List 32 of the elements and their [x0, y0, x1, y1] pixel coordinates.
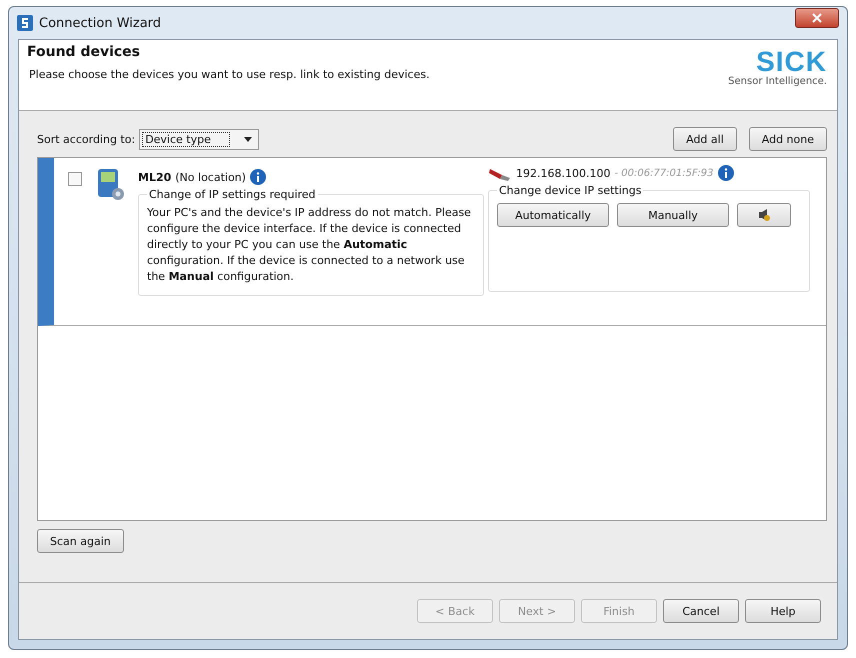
footer-button[interactable]: Cancel [663, 599, 739, 623]
sort-label: Sort according to: [37, 132, 136, 146]
page-title: Found devices [27, 44, 142, 60]
footer-button[interactable]: Help [745, 599, 821, 623]
device-checkbox[interactable] [68, 172, 82, 186]
app-icon [17, 15, 33, 31]
device-icon [96, 168, 126, 202]
group-title: Change of IP settings required [148, 188, 317, 201]
close-button[interactable] [795, 8, 839, 28]
settings-button[interactable]: Automatically [497, 203, 609, 227]
notice-text: Your PC's and the device's IP address do not match. Please configure the device interface. If the device is connected directly to your PC you can use the Automatic configuration. If the device is connected to a network use the Manual configuration. [147, 205, 472, 285]
info-icon[interactable] [718, 165, 734, 181]
flash-button[interactable] [737, 203, 791, 227]
sort-dropdown[interactable]: Device type [139, 128, 259, 150]
scan-again-button[interactable]: Scan again [37, 529, 124, 553]
close-icon [812, 13, 822, 23]
speaker-icon [757, 208, 771, 222]
page-subtitle: Please choose the devices you want to use resp. link to existing devices. [29, 68, 431, 81]
device-row[interactable] [38, 158, 826, 326]
device-location: (No location) [175, 170, 246, 184]
info-icon[interactable] [250, 169, 266, 185]
settings-button[interactable]: Manually [617, 203, 729, 227]
device-name: ML20 [138, 170, 172, 184]
group-title: Change device IP settings [498, 184, 642, 197]
logo-text: SICK [756, 48, 827, 76]
device-mac: - 00:06:77:01:5F:93 [614, 168, 714, 178]
caret-icon [244, 136, 252, 142]
list-button[interactable]: Add none [748, 127, 827, 151]
list-button[interactable]: Add all [673, 127, 737, 151]
window-title: Connection Wizard [39, 16, 162, 30]
device-ip: 192.168.100.100 [516, 166, 610, 180]
logo-tagline: Sensor Intelligence. [728, 76, 827, 87]
